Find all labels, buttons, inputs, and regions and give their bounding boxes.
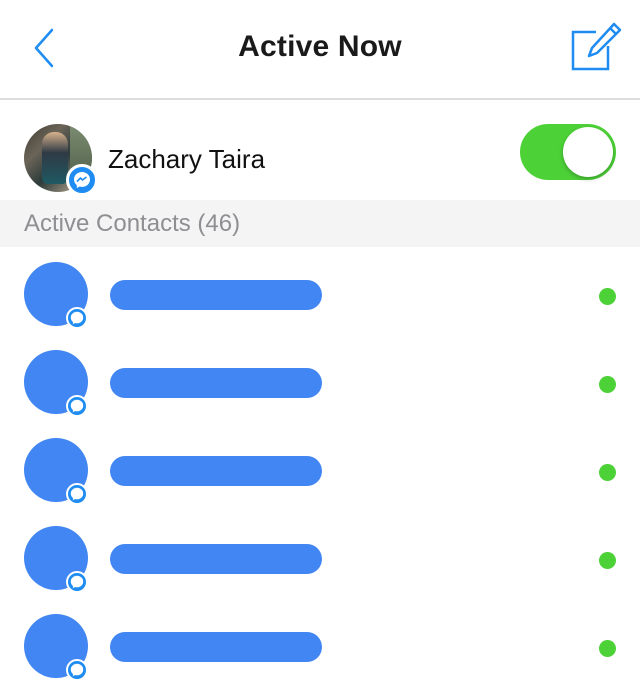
- online-status-dot: [599, 640, 616, 657]
- messenger-badge-icon: [66, 483, 88, 505]
- user-name: Zachary Taira: [108, 144, 266, 174]
- current-user-row: Zachary Taira: [0, 100, 640, 200]
- contact-name-redacted: [110, 544, 322, 574]
- messenger-badge-icon: [66, 571, 88, 593]
- contact-row[interactable]: [0, 604, 640, 692]
- online-status-dot: [599, 552, 616, 569]
- contact-row[interactable]: [0, 340, 640, 428]
- contact-name-redacted: [110, 632, 322, 662]
- compose-icon: [571, 22, 622, 71]
- contact-row[interactable]: [0, 516, 640, 604]
- messenger-badge-icon: [66, 307, 88, 329]
- messenger-badge-icon: [66, 395, 88, 417]
- online-status-dot: [599, 288, 616, 305]
- toggle-knob: [563, 127, 613, 177]
- messenger-badge-icon: [66, 164, 98, 196]
- active-status-toggle[interactable]: [520, 124, 616, 180]
- contact-name-redacted: [110, 368, 322, 398]
- contact-row[interactable]: [0, 252, 640, 340]
- online-status-dot: [599, 464, 616, 481]
- contact-name-redacted: [110, 280, 322, 310]
- online-status-dot: [599, 376, 616, 393]
- section-header: Active Contacts (46): [0, 200, 640, 247]
- contact-name-redacted: [110, 456, 322, 486]
- messenger-badge-icon: [66, 659, 88, 681]
- compose-button[interactable]: [570, 22, 622, 72]
- section-header-label: Active Contacts (46): [24, 210, 241, 237]
- navigation-bar: Active Now: [0, 0, 640, 100]
- page-title: Active Now: [238, 30, 402, 63]
- contact-row[interactable]: [0, 428, 640, 516]
